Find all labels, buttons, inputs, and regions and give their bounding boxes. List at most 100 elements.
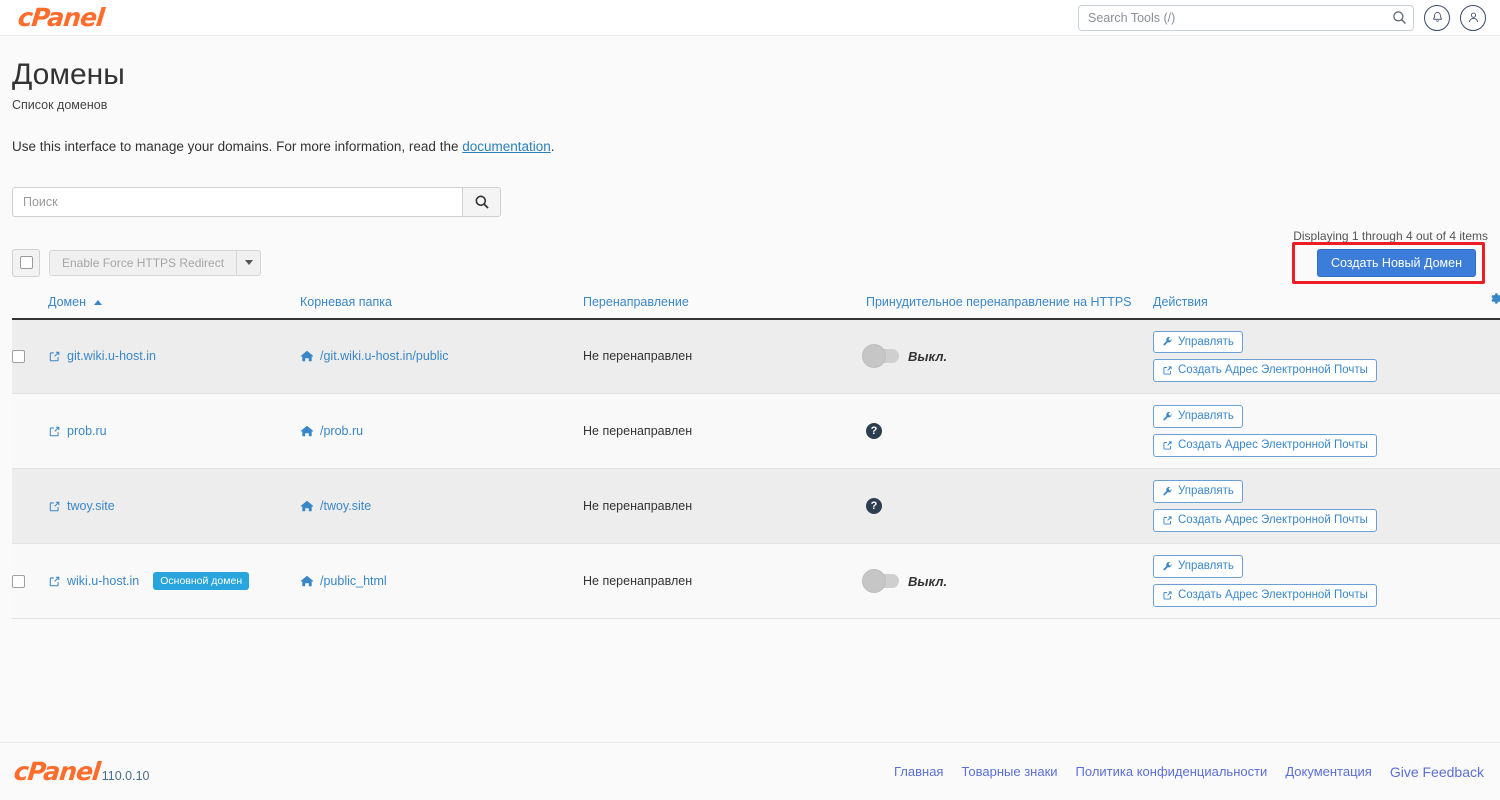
chevron-down-icon [244,260,253,265]
root-folder-link[interactable]: /git.wiki.u-host.in/public [320,349,449,363]
force-https-cell: ? [866,393,1153,469]
wrench-icon [1163,337,1172,346]
account-button[interactable] [1460,4,1486,31]
action-buttons: Управлять Создать Адрес Электронной Почты [1153,399,1500,462]
manage-button-label: Управлять [1178,335,1234,348]
manage-button-label: Управлять [1178,560,1234,573]
manage-button[interactable]: Управлять [1153,555,1243,578]
header-actions: Действия [1153,286,1453,320]
create-email-button[interactable]: Создать Адрес Электронной Почты [1153,359,1377,382]
filter-input[interactable] [12,186,462,217]
force-https-cell: ? [866,468,1153,544]
page-title: Домены [12,58,125,91]
filter-search-button[interactable] [462,186,501,217]
page-body: Домены Список доменов Use this interface… [0,58,1500,619]
redirect-cell: Не перенаправлен [583,318,866,394]
create-email-button-label: Создать Адрес Электронной Почты [1178,364,1368,377]
external-link-icon [1163,516,1172,525]
intro-text: Use this interface to manage your domain… [12,139,1488,154]
external-link-icon [49,426,60,436]
header-checkbox [12,286,48,320]
enable-force-https-button[interactable]: Enable Force HTTPS Redirect [49,249,238,276]
home-icon [300,425,314,437]
external-link-icon [1163,591,1172,600]
documentation-link[interactable]: documentation [462,139,551,154]
domain-link-wrap: wiki.u-host.in Основной домен [48,572,300,590]
footer-link[interactable]: Товарные знаки [961,764,1057,779]
main-domain-badge: Основной домен [153,572,250,590]
notifications-button[interactable] [1424,4,1450,31]
table-header-row: Домен Корневая папка Перенаправление При… [12,286,1500,320]
action-buttons: Управлять Создать Адрес Электронной Почты [1153,325,1500,388]
search-input[interactable] [1078,4,1414,31]
domain-link-wrap: git.wiki.u-host.in [48,349,300,363]
create-new-domain-button[interactable]: Создать Новый Домен [1316,248,1476,277]
create-email-button-label: Создать Адрес Электронной Почты [1178,589,1368,601]
root-folder-wrap: /twoy.site [300,499,583,513]
root-folder-link[interactable]: /prob.ru [320,424,363,438]
bulk-actions: Enable Force HTTPS Redirect [12,248,262,277]
force-https-toggle[interactable] [862,569,899,593]
header-redirect[interactable]: Перенаправление [583,286,866,320]
manage-button[interactable]: Управлять [1153,480,1243,503]
help-icon[interactable]: ? [866,498,882,514]
row-checkbox[interactable] [12,349,25,363]
force-https-toggle-wrap: Выкл. [862,569,1153,593]
manage-button[interactable]: Управлять [1153,405,1243,428]
root-folder-wrap: /public_html [300,574,583,588]
header-settings[interactable] [1453,286,1500,320]
root-folder-cell: /public_html [300,543,583,619]
domain-link[interactable]: prob.ru [67,424,107,438]
external-link-icon [49,351,60,361]
row-checkbox-cell [12,318,48,394]
table-toolbar: Enable Force HTTPS Redirect Создать Новы… [12,241,1488,284]
row-checkbox[interactable] [12,574,25,588]
root-folder-link[interactable]: /twoy.site [320,499,371,513]
domain-cell: prob.ru [48,393,300,469]
home-icon [300,351,314,362]
actions-cell: Управлять Создать Адрес Электронной Почты [1153,318,1500,394]
checkbox-box [19,256,33,269]
header-domain-label: Домен [48,294,87,309]
domains-table: Домен Корневая папка Перенаправление При… [12,286,1500,619]
footer-link[interactable]: Give Feedback [1390,764,1484,780]
intro-prefix: Use this interface to manage your domain… [12,138,463,154]
bulk-action-dropdown-button[interactable] [237,249,262,276]
create-email-button[interactable]: Создать Адрес Электронной Почты [1153,509,1377,532]
root-folder-cell: /twoy.site [300,468,583,544]
create-email-button[interactable]: Создать Адрес Электронной Почты [1153,584,1377,607]
header-root-folder[interactable]: Корневая папка [300,286,583,320]
header-domain[interactable]: Домен [48,286,300,320]
footer-link[interactable]: Главная [894,764,943,779]
select-all-checkbox[interactable] [12,248,40,277]
force-https-cell: Выкл. [862,543,1153,619]
home-icon [300,500,314,512]
footer-link[interactable]: Документация [1285,764,1372,779]
footer-link[interactable]: Политика конфиденциальности [1076,764,1268,779]
cpanel-logo: cPanel [16,3,106,32]
manage-button-label: Управлять [1178,485,1234,498]
force-https-cell: Выкл. [862,318,1153,394]
root-folder-link[interactable]: /public_html [320,574,387,588]
bulk-action-group: Enable Force HTTPS Redirect [49,249,262,276]
table-row: twoy.site/twoy.site Не перенаправлен? Упра… [12,468,1500,544]
toggle-knob [862,344,886,369]
domain-filter [12,186,501,217]
redirect-status: Не перенаправлен [583,499,693,513]
create-email-button[interactable]: Создать Адрес Электронной Почты [1153,434,1377,457]
force-https-toggle[interactable] [862,344,899,369]
domain-link[interactable]: wiki.u-host.in [67,574,139,588]
help-icon[interactable]: ? [866,423,882,439]
create-email-button-label: Создать Адрес Электронной Почты [1178,514,1368,526]
table-row: prob.ru/prob.ru Не перенаправлен? Управлят… [12,393,1500,469]
version-label: 110.0.10 [101,769,150,783]
domain-link[interactable]: git.wiki.u-host.in [67,349,156,363]
user-icon [1468,12,1478,23]
domain-link-wrap: twoy.site [48,499,300,513]
header-force-https[interactable]: Принудительное перенаправление на HTTPS [866,286,1153,320]
bell-icon [1432,12,1442,22]
sort-asc-icon [93,299,102,305]
manage-button[interactable]: Управлять [1153,330,1243,354]
domain-link[interactable]: twoy.site [67,499,115,513]
root-folder-wrap: /prob.ru [300,424,583,438]
